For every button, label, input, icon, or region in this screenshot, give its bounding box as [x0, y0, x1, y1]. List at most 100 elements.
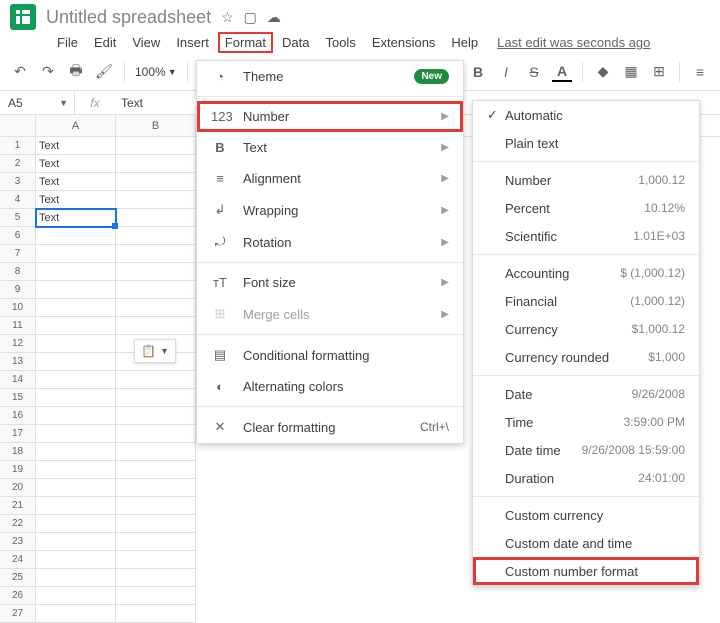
cell[interactable]: [116, 371, 196, 389]
row-header[interactable]: 7: [0, 245, 36, 263]
cell[interactable]: [36, 443, 116, 461]
cloud-icon[interactable]: ☁: [267, 9, 281, 26]
menu-extensions[interactable]: Extensions: [365, 32, 443, 53]
cell[interactable]: [116, 191, 196, 209]
move-icon[interactable]: ▢: [244, 9, 257, 26]
cell[interactable]: [116, 587, 196, 605]
number-automatic[interactable]: ✓ Automatic: [473, 101, 699, 129]
undo-icon[interactable]: ↶: [10, 62, 30, 82]
cell[interactable]: [116, 173, 196, 191]
row-header[interactable]: 20: [0, 479, 36, 497]
italic-button[interactable]: I: [496, 62, 516, 82]
menu-format[interactable]: Format: [218, 32, 273, 53]
row-header[interactable]: 15: [0, 389, 36, 407]
cell[interactable]: Text: [36, 209, 116, 227]
cell[interactable]: [36, 551, 116, 569]
menu-alternating-colors[interactable]: ◐ Alternating colors: [197, 371, 463, 402]
menu-help[interactable]: Help: [444, 32, 485, 53]
star-icon[interactable]: ☆: [221, 9, 234, 26]
cell[interactable]: [116, 263, 196, 281]
number-plain-text[interactable]: Plain text: [473, 129, 699, 157]
row-header[interactable]: 11: [0, 317, 36, 335]
row-header[interactable]: 26: [0, 587, 36, 605]
cell[interactable]: [36, 425, 116, 443]
row-header[interactable]: 8: [0, 263, 36, 281]
menu-text[interactable]: B Text ▶: [197, 132, 463, 163]
bold-button[interactable]: B: [468, 62, 488, 82]
cell[interactable]: Text: [36, 173, 116, 191]
number-number[interactable]: Number1,000.12: [473, 166, 699, 194]
cell[interactable]: [116, 407, 196, 425]
row-header[interactable]: 5: [0, 209, 36, 227]
cell[interactable]: [116, 443, 196, 461]
cell[interactable]: [116, 605, 196, 623]
cell[interactable]: [36, 461, 116, 479]
menu-conditional-formatting[interactable]: ▤ Conditional formatting: [197, 339, 463, 371]
cell[interactable]: [36, 479, 116, 497]
cell[interactable]: [36, 317, 116, 335]
cell[interactable]: [36, 353, 116, 371]
number-currency[interactable]: Currency$1,000.12: [473, 315, 699, 343]
cell[interactable]: [36, 569, 116, 587]
col-header-a[interactable]: A: [36, 115, 116, 136]
row-header[interactable]: 27: [0, 605, 36, 623]
row-header[interactable]: 22: [0, 515, 36, 533]
row-header[interactable]: 2: [0, 155, 36, 173]
cell[interactable]: [116, 497, 196, 515]
zoom-selector[interactable]: 100%▼: [135, 65, 177, 79]
menu-rotation[interactable]: ⤾ Rotation ▶: [197, 226, 463, 258]
row-header[interactable]: 1: [0, 137, 36, 155]
cell[interactable]: [36, 533, 116, 551]
menu-clear-formatting[interactable]: ✕ Clear formatting Ctrl+\: [197, 411, 463, 443]
menu-insert[interactable]: Insert: [169, 32, 216, 53]
align-icon[interactable]: ≡: [690, 62, 710, 82]
number-currency-rounded[interactable]: Currency rounded$1,000: [473, 343, 699, 371]
number-datetime[interactable]: Date time9/26/2008 15:59:00: [473, 436, 699, 464]
cell[interactable]: [116, 425, 196, 443]
cell[interactable]: [116, 227, 196, 245]
number-percent[interactable]: Percent10.12%: [473, 194, 699, 222]
row-header[interactable]: 21: [0, 497, 36, 515]
cell[interactable]: Text: [36, 191, 116, 209]
menu-number[interactable]: 123 Number ▶: [197, 101, 463, 132]
row-header[interactable]: 3: [0, 173, 36, 191]
cell[interactable]: [36, 227, 116, 245]
cell[interactable]: [116, 551, 196, 569]
menu-file[interactable]: File: [50, 32, 85, 53]
paint-format-icon[interactable]: 🖌: [94, 62, 114, 82]
cell[interactable]: [116, 389, 196, 407]
row-header[interactable]: 23: [0, 533, 36, 551]
menu-tools[interactable]: Tools: [318, 32, 362, 53]
row-header[interactable]: 25: [0, 569, 36, 587]
select-all-corner[interactable]: [0, 115, 36, 136]
borders-icon[interactable]: ▦: [621, 62, 641, 82]
cell[interactable]: [36, 407, 116, 425]
cell[interactable]: [116, 317, 196, 335]
cell[interactable]: [116, 281, 196, 299]
cell[interactable]: [36, 389, 116, 407]
number-time[interactable]: Time3:59:00 PM: [473, 408, 699, 436]
row-header[interactable]: 14: [0, 371, 36, 389]
cell[interactable]: [116, 299, 196, 317]
menu-alignment[interactable]: ≡ Alignment ▶: [197, 163, 463, 194]
menu-edit[interactable]: Edit: [87, 32, 123, 53]
cell[interactable]: [116, 137, 196, 155]
number-financial[interactable]: Financial(1,000.12): [473, 287, 699, 315]
number-duration[interactable]: Duration24:01:00: [473, 464, 699, 492]
cell[interactable]: [116, 569, 196, 587]
doc-title[interactable]: Untitled spreadsheet: [46, 7, 211, 28]
cell[interactable]: [36, 587, 116, 605]
number-custom-currency[interactable]: Custom currency: [473, 501, 699, 529]
cell[interactable]: [36, 371, 116, 389]
col-header-b[interactable]: B: [116, 115, 196, 136]
menu-wrapping[interactable]: ↲ Wrapping ▶: [197, 194, 463, 226]
menu-view[interactable]: View: [125, 32, 167, 53]
cell[interactable]: [36, 497, 116, 515]
redo-icon[interactable]: ↷: [38, 62, 58, 82]
strike-button[interactable]: S: [524, 62, 544, 82]
sheets-logo[interactable]: [10, 4, 36, 30]
text-color-button[interactable]: A: [552, 62, 572, 82]
paste-options[interactable]: 📋 ▼: [134, 339, 176, 363]
cell[interactable]: [36, 299, 116, 317]
row-header[interactable]: 19: [0, 461, 36, 479]
